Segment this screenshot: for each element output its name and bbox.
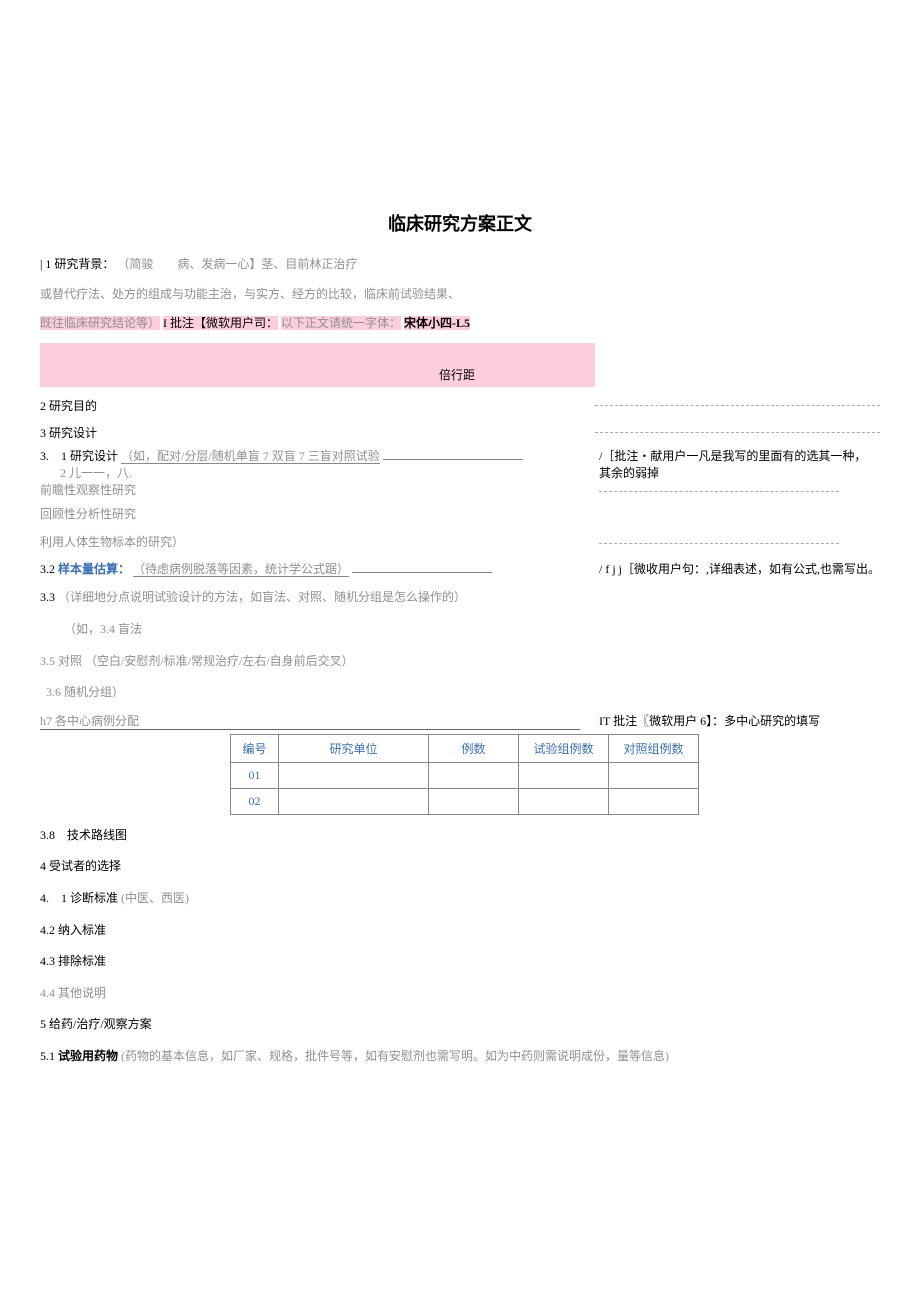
- s32-num: 3.2: [40, 562, 55, 576]
- cell-0-3: [519, 762, 609, 788]
- s1-note1c: 宋体小四-L5: [404, 316, 470, 330]
- s31-label: 研究设计: [70, 449, 118, 463]
- s31-num: 3. 1: [40, 449, 67, 463]
- cell-1-1: [279, 788, 429, 814]
- cell-0-1: [279, 762, 429, 788]
- th-2: 例数: [429, 734, 519, 762]
- s42: 4.2 纳入标准: [40, 920, 880, 942]
- s1-prefix: | 1 研究背景：: [40, 257, 114, 271]
- s1-note1b: 以下正文请统一字体：: [281, 316, 401, 330]
- s35-label: 对照: [58, 654, 82, 668]
- s37-comment: IT 批注〖微软用户 6】：多中心研究的填写: [595, 712, 880, 729]
- comment-2b: 其余的弱掉: [595, 464, 880, 481]
- cell-1-3: [519, 788, 609, 814]
- comment-2a: /［批注・献用户一凡是我写的里面有的选其一种，: [599, 447, 880, 464]
- dash-line: [595, 432, 880, 433]
- s35-gray: （空白/安慰剂/标准/常规治疗/左右/自身前后交叉）: [85, 654, 354, 668]
- dash-line: [599, 543, 839, 544]
- pink-block: 倍行距: [40, 343, 595, 387]
- s1-gray1: （简骏 病、发病一心】茎、目前林正治疗: [117, 257, 357, 271]
- cell-1-0: 02: [231, 788, 279, 814]
- s4-label: 4 受试者的选择: [40, 856, 880, 878]
- th-0: 编号: [231, 734, 279, 762]
- s3-sub3: 回顾性分析性研究: [40, 504, 880, 526]
- table-header-row: 编号 研究单位 例数 试验组例数 对照组例数: [231, 734, 699, 762]
- s38: 3.8 技术路线图: [40, 825, 880, 847]
- comment-3: / f j j［微收用户句：,详细表述，如有公式,也需写出。: [599, 562, 880, 576]
- th-4: 对照组例数: [609, 734, 699, 762]
- s51-gray: (药物的基本信息，如厂家、规格，批件号等，如有安慰剂也需写明。如为中药则需说明成…: [121, 1049, 669, 1063]
- s1-note1a: I 批注【微软用户司：: [163, 316, 278, 330]
- s3-sub1: 2 儿一一，八.: [40, 464, 595, 481]
- cell-0-0: 01: [231, 762, 279, 788]
- table-row: 02: [231, 788, 699, 814]
- s41-gray: (中医、西医): [121, 891, 189, 905]
- s43: 4.3 排除标准: [40, 951, 880, 973]
- cell-0-2: [429, 762, 519, 788]
- centers-table: 编号 研究单位 例数 试验组例数 对照组例数 01 02: [230, 734, 699, 815]
- s36: 3.6 随机分组）: [40, 682, 880, 704]
- table-row: 01: [231, 762, 699, 788]
- s31-gray: （如，配对/分层/随机单盲 7 双盲 7 三盲对照试验: [121, 449, 380, 464]
- underline-blank: [383, 459, 523, 460]
- th-3: 试验组例数: [519, 734, 609, 762]
- pink-word: 倍行距: [439, 366, 475, 383]
- underline-blank: [352, 572, 492, 573]
- s3-sub2: 前瞻性观察性研究: [40, 481, 595, 498]
- s32-bold: 样本量估算：: [58, 562, 130, 576]
- s1-gray3: 既往临床研究结论等）: [40, 316, 160, 330]
- s51-bold: 试验用药物: [58, 1049, 118, 1063]
- s34: （如，3.4 盲法: [40, 619, 880, 641]
- s32-gray: （待虑病例脱落等因素，统计学公式踞）: [133, 562, 349, 577]
- page-title: 临床研究方案正文: [40, 210, 880, 236]
- s3-sub4: 利用人体生物标本的研究）: [40, 533, 595, 550]
- s1-gray2: 或替代疗法、处方的组成与功能主治，与实方、经方的比较，临床前试验结果、: [40, 284, 880, 306]
- s5-label: 5 给药/治疗/观察方案: [40, 1014, 880, 1036]
- s44: 4.4 其他说明: [40, 983, 880, 1005]
- cell-1-4: [609, 788, 699, 814]
- s37-label: h7 各中心病例分配: [40, 712, 580, 730]
- cell-0-4: [609, 762, 699, 788]
- s33-gray: （详细地分点说明试验设计的方法，如盲法、对照、随机分组是怎么操作的）: [58, 590, 466, 604]
- s51-num: 5.1: [40, 1049, 55, 1063]
- dash-line: [599, 491, 839, 492]
- dash-line: [595, 405, 880, 406]
- cell-1-2: [429, 788, 519, 814]
- s41-label: 诊断标准: [70, 891, 118, 905]
- s35-num: 3.5: [40, 654, 55, 668]
- s33-num: 3.3: [40, 590, 55, 604]
- th-1: 研究单位: [279, 734, 429, 762]
- s41-num: 4. 1: [40, 891, 67, 905]
- section-1-bg: | 1 研究背景： （简骏 病、发病一心】茎、目前林正治疗: [40, 254, 880, 276]
- s2-label: 2 研究目的: [40, 397, 595, 414]
- s3-label: 3 研究设计: [40, 424, 595, 441]
